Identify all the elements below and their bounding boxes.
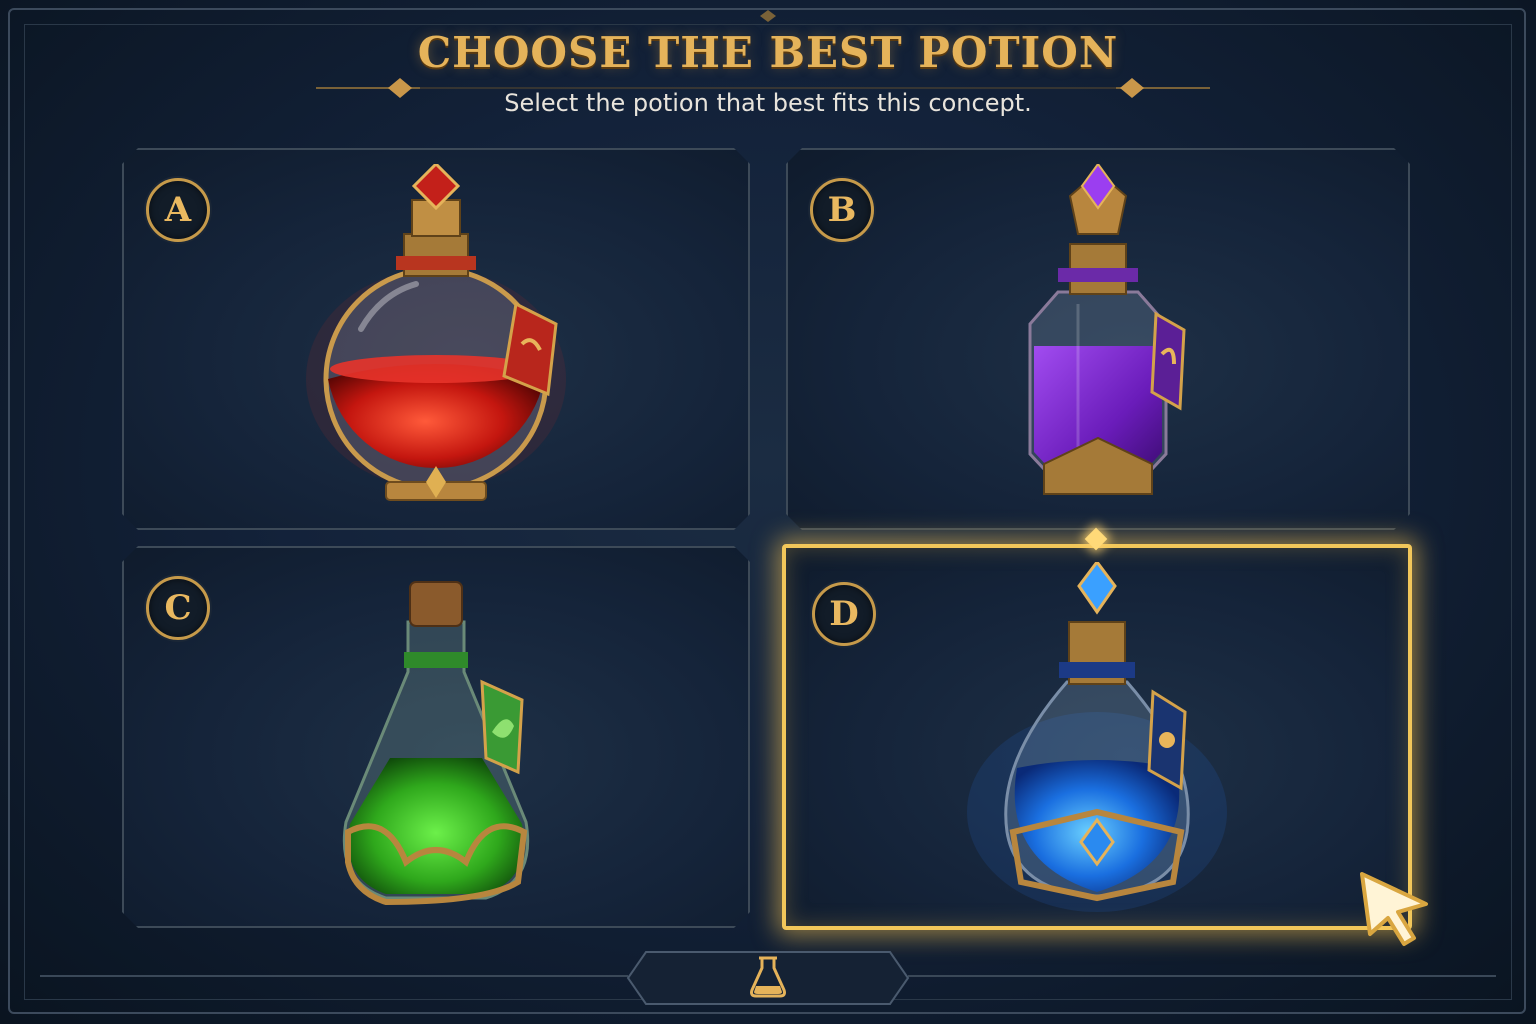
option-card-c[interactable]: C	[122, 546, 750, 928]
option-card-a[interactable]: A	[122, 148, 750, 530]
footer-divider-right	[908, 975, 1496, 977]
option-card-d[interactable]: D	[782, 544, 1412, 930]
flask-icon[interactable]	[746, 952, 790, 1000]
option-letter-badge: D	[812, 582, 876, 646]
page-subtitle: Select the potion that best fits this co…	[504, 89, 1032, 117]
red-round-potion-icon	[286, 164, 586, 514]
green-flask-potion-icon	[286, 562, 586, 912]
option-letter-badge: B	[810, 178, 874, 242]
footer-divider-left	[40, 975, 628, 977]
option-card-b[interactable]: B	[786, 148, 1410, 530]
game-screen: CHOOSE THE BEST POTION Select the potion…	[0, 0, 1536, 1024]
option-letter-badge: C	[146, 576, 210, 640]
purple-hexagonal-potion-icon	[948, 164, 1248, 514]
option-letter-badge: A	[146, 178, 210, 242]
page-title: CHOOSE THE BEST POTION	[417, 28, 1119, 77]
pointer-cursor-icon	[1360, 872, 1428, 946]
header: CHOOSE THE BEST POTION Select the potion…	[0, 28, 1536, 117]
blue-crystal-potion-icon	[967, 562, 1227, 912]
